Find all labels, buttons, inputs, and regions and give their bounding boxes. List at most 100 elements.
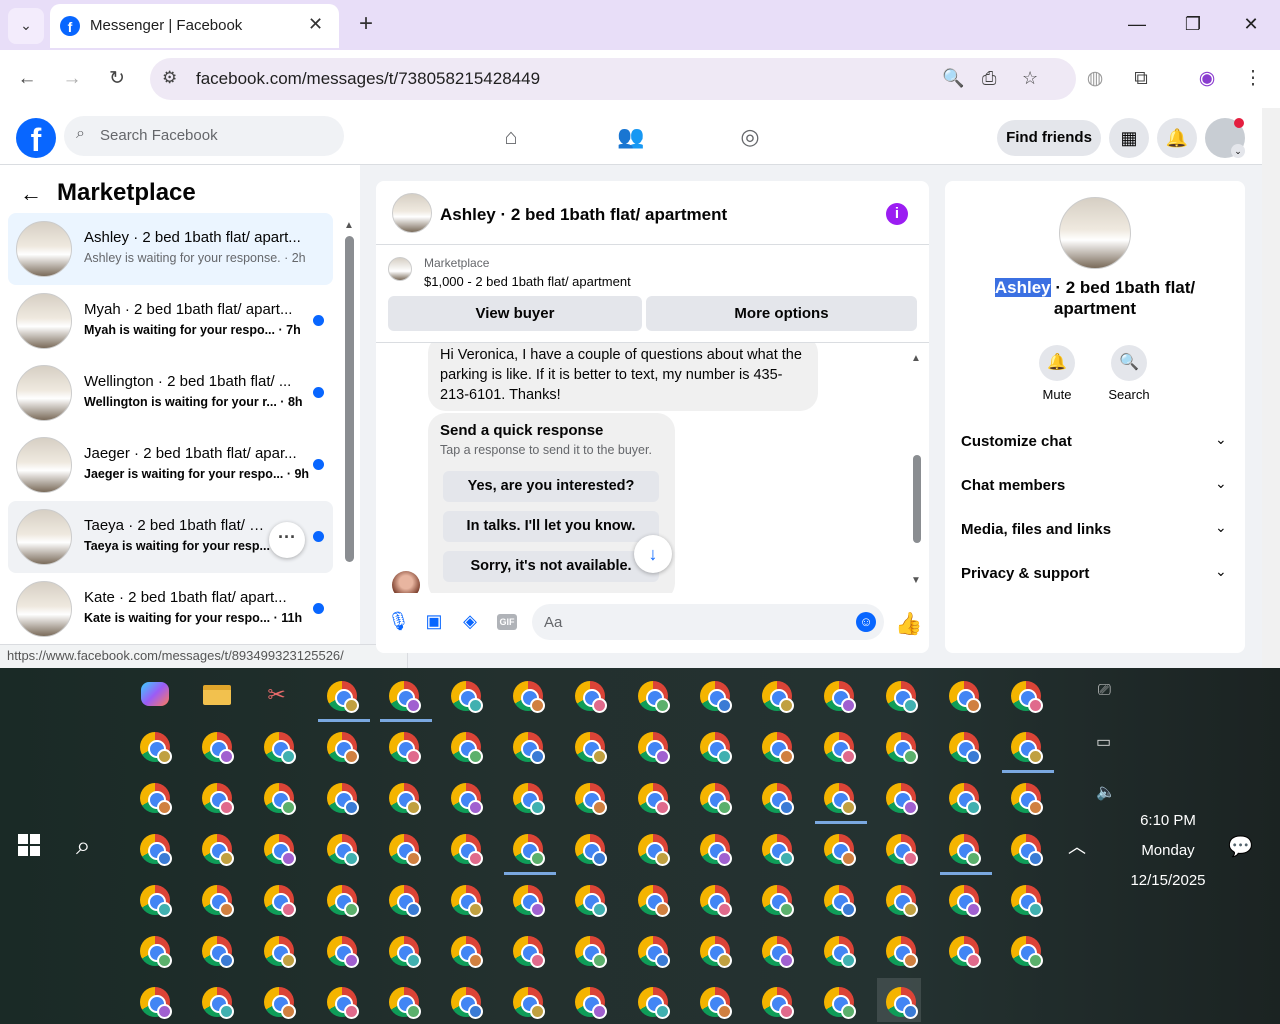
chrome-profile-icon[interactable] <box>629 978 673 1022</box>
snipping-tool-icon[interactable]: ✂ <box>255 672 299 716</box>
display-icon[interactable]: ▭ <box>1096 732 1111 752</box>
meet-now-icon[interactable]: ⎚ <box>1098 682 1111 700</box>
home-icon[interactable]: ⌂ <box>496 124 526 154</box>
chrome-profile-icon[interactable] <box>753 723 797 767</box>
address-bar[interactable]: ⚙ facebook.com/messages/t/73805821542844… <box>150 58 1076 100</box>
photo-icon[interactable]: ▣ <box>423 611 445 633</box>
install-app-icon[interactable]: ⎙ <box>982 68 996 89</box>
menu-kebab-icon[interactable]: ⋮ <box>1238 64 1268 94</box>
site-settings-icon[interactable]: ⚙ <box>162 68 177 88</box>
chrome-profile-icon[interactable] <box>255 876 299 920</box>
chrome-profile-icon[interactable] <box>504 723 548 767</box>
chrome-profile-icon[interactable] <box>442 825 486 869</box>
chrome-profile-icon[interactable] <box>504 774 548 818</box>
chrome-profile-icon[interactable] <box>629 723 673 767</box>
chrome-profile-icon[interactable] <box>318 825 362 869</box>
chrome-profile-icon[interactable] <box>753 876 797 920</box>
chrome-profile-icon[interactable] <box>940 672 984 716</box>
chrome-profile-icon[interactable] <box>380 825 424 869</box>
chrome-profile-icon[interactable] <box>380 978 424 1022</box>
facebook-logo-icon[interactable]: f <box>16 118 56 158</box>
browser-tab[interactable]: f Messenger | Facebook ✕ <box>50 4 339 48</box>
chrome-profile-icon[interactable] <box>815 927 859 971</box>
chrome-profile-icon[interactable] <box>504 876 548 920</box>
chrome-profile-icon[interactable] <box>877 672 921 716</box>
chrome-profile-icon[interactable] <box>380 723 424 767</box>
conversation-item[interactable]: Jaeger · 2 bed 1bath flat/ apar... Jaege… <box>8 429 333 501</box>
chrome-profile-icon[interactable] <box>442 978 486 1022</box>
list-scrollbar[interactable]: ▲ <box>342 220 356 670</box>
chrome-profile-icon[interactable] <box>691 672 735 716</box>
chrome-profile-icon[interactable] <box>1002 927 1046 971</box>
chrome-profile-icon[interactable] <box>442 672 486 716</box>
friends-icon[interactable]: 👥 <box>616 124 646 154</box>
new-tab-button[interactable]: + <box>350 8 382 40</box>
chrome-profile-icon[interactable] <box>815 825 859 869</box>
chat-members-row[interactable]: Chat members ⌄ <box>961 465 1231 509</box>
chrome-profile-icon[interactable] <box>255 723 299 767</box>
chrome-profile-icon[interactable] <box>1002 774 1046 818</box>
chrome-profile-icon[interactable] <box>566 774 610 818</box>
chrome-profile-icon[interactable] <box>380 876 424 920</box>
url-text[interactable]: facebook.com/messages/t/738058215428449 <box>196 69 540 89</box>
message-input[interactable]: Aa ☺ <box>532 604 884 640</box>
chrome-profile-icon[interactable] <box>877 978 922 1022</box>
mute-action[interactable]: 🔔 Mute <box>1022 345 1092 402</box>
chrome-profile-icon[interactable] <box>691 978 735 1022</box>
menu-grid-icon[interactable]: ▦ <box>1109 118 1149 158</box>
chrome-profile-icon[interactable] <box>566 825 610 869</box>
chrome-profile-icon[interactable] <box>629 774 673 818</box>
conversation-item[interactable]: Wellington · 2 bed 1bath flat/ ... Welli… <box>8 357 333 429</box>
chrome-profile-icon[interactable] <box>753 978 797 1022</box>
chat-avatar[interactable] <box>392 193 432 233</box>
chat-title[interactable]: Ashley · 2 bed 1bath flat/ apartment <box>440 205 727 225</box>
chrome-profile-icon[interactable] <box>193 978 237 1022</box>
scrollbar-thumb[interactable] <box>913 455 921 543</box>
chrome-profile-icon[interactable] <box>1002 876 1046 920</box>
chrome-profile-icon[interactable] <box>442 723 486 767</box>
chrome-profile-icon[interactable] <box>815 978 859 1022</box>
chrome-profile-icon[interactable] <box>442 774 486 818</box>
chrome-profile-icon[interactable] <box>131 723 175 767</box>
chrome-profile-icon[interactable] <box>318 774 362 818</box>
chrome-profile-icon[interactable] <box>629 876 673 920</box>
minimize-button[interactable]: — <box>1117 8 1157 40</box>
scroll-up-icon[interactable]: ▲ <box>344 220 354 231</box>
back-icon[interactable]: ← <box>12 64 42 94</box>
chrome-profile-icon[interactable] <box>629 672 673 716</box>
chrome-profile-icon[interactable] <box>691 825 735 869</box>
chrome-profile-icon[interactable] <box>131 978 175 1022</box>
chrome-profile-icon[interactable] <box>691 723 735 767</box>
privacy-support-row[interactable]: Privacy & support ⌄ <box>961 553 1231 597</box>
tab-search-button[interactable]: ⌄ <box>8 8 44 44</box>
media-files-links-row[interactable]: Media, files and links ⌄ <box>961 509 1231 553</box>
chrome-profile-icon[interactable] <box>939 825 992 875</box>
chrome-profile-icon[interactable] <box>629 825 673 869</box>
groups-icon[interactable]: ◎ <box>735 124 765 154</box>
emoji-icon[interactable]: ☺ <box>856 612 876 632</box>
conversation-item[interactable]: Ashley · 2 bed 1bath flat/ apart... Ashl… <box>8 213 333 285</box>
notifications-bell-icon[interactable]: 🔔 <box>1157 118 1197 158</box>
chrome-profile-icon[interactable] <box>1002 825 1046 869</box>
more-options-button[interactable]: More options <box>646 296 917 331</box>
quick-response-option[interactable]: In talks. I'll let you know. <box>443 511 659 542</box>
taskbar-clock[interactable]: 6:10 PM Monday 12/15/2025 <box>1112 806 1224 896</box>
chrome-profile-icon[interactable] <box>940 927 984 971</box>
scroll-up-icon[interactable]: ▲ <box>911 353 921 364</box>
chrome-profile-icon[interactable] <box>691 774 735 818</box>
file-explorer-icon[interactable] <box>193 672 237 716</box>
chrome-profile-icon[interactable] <box>504 978 548 1022</box>
facebook-search-input[interactable]: ⌕ Search Facebook <box>64 116 344 156</box>
reload-icon[interactable]: ↻ <box>102 64 132 94</box>
chrome-profile-icon[interactable] <box>566 723 610 767</box>
chrome-profile-icon[interactable] <box>255 774 299 818</box>
info-icon[interactable]: i <box>886 203 908 225</box>
find-friends-button[interactable]: Find friends <box>997 120 1101 156</box>
page-scrollbar[interactable] <box>1262 108 1280 668</box>
chrome-profile-icon[interactable] <box>629 927 673 971</box>
chrome-profile-icon[interactable] <box>1002 672 1046 716</box>
profile-icon[interactable]: ◉ <box>1192 64 1222 94</box>
chrome-profile-icon[interactable] <box>504 825 557 875</box>
chrome-profile-icon[interactable] <box>318 927 362 971</box>
bell-icon[interactable]: 🔔 <box>1039 345 1075 381</box>
